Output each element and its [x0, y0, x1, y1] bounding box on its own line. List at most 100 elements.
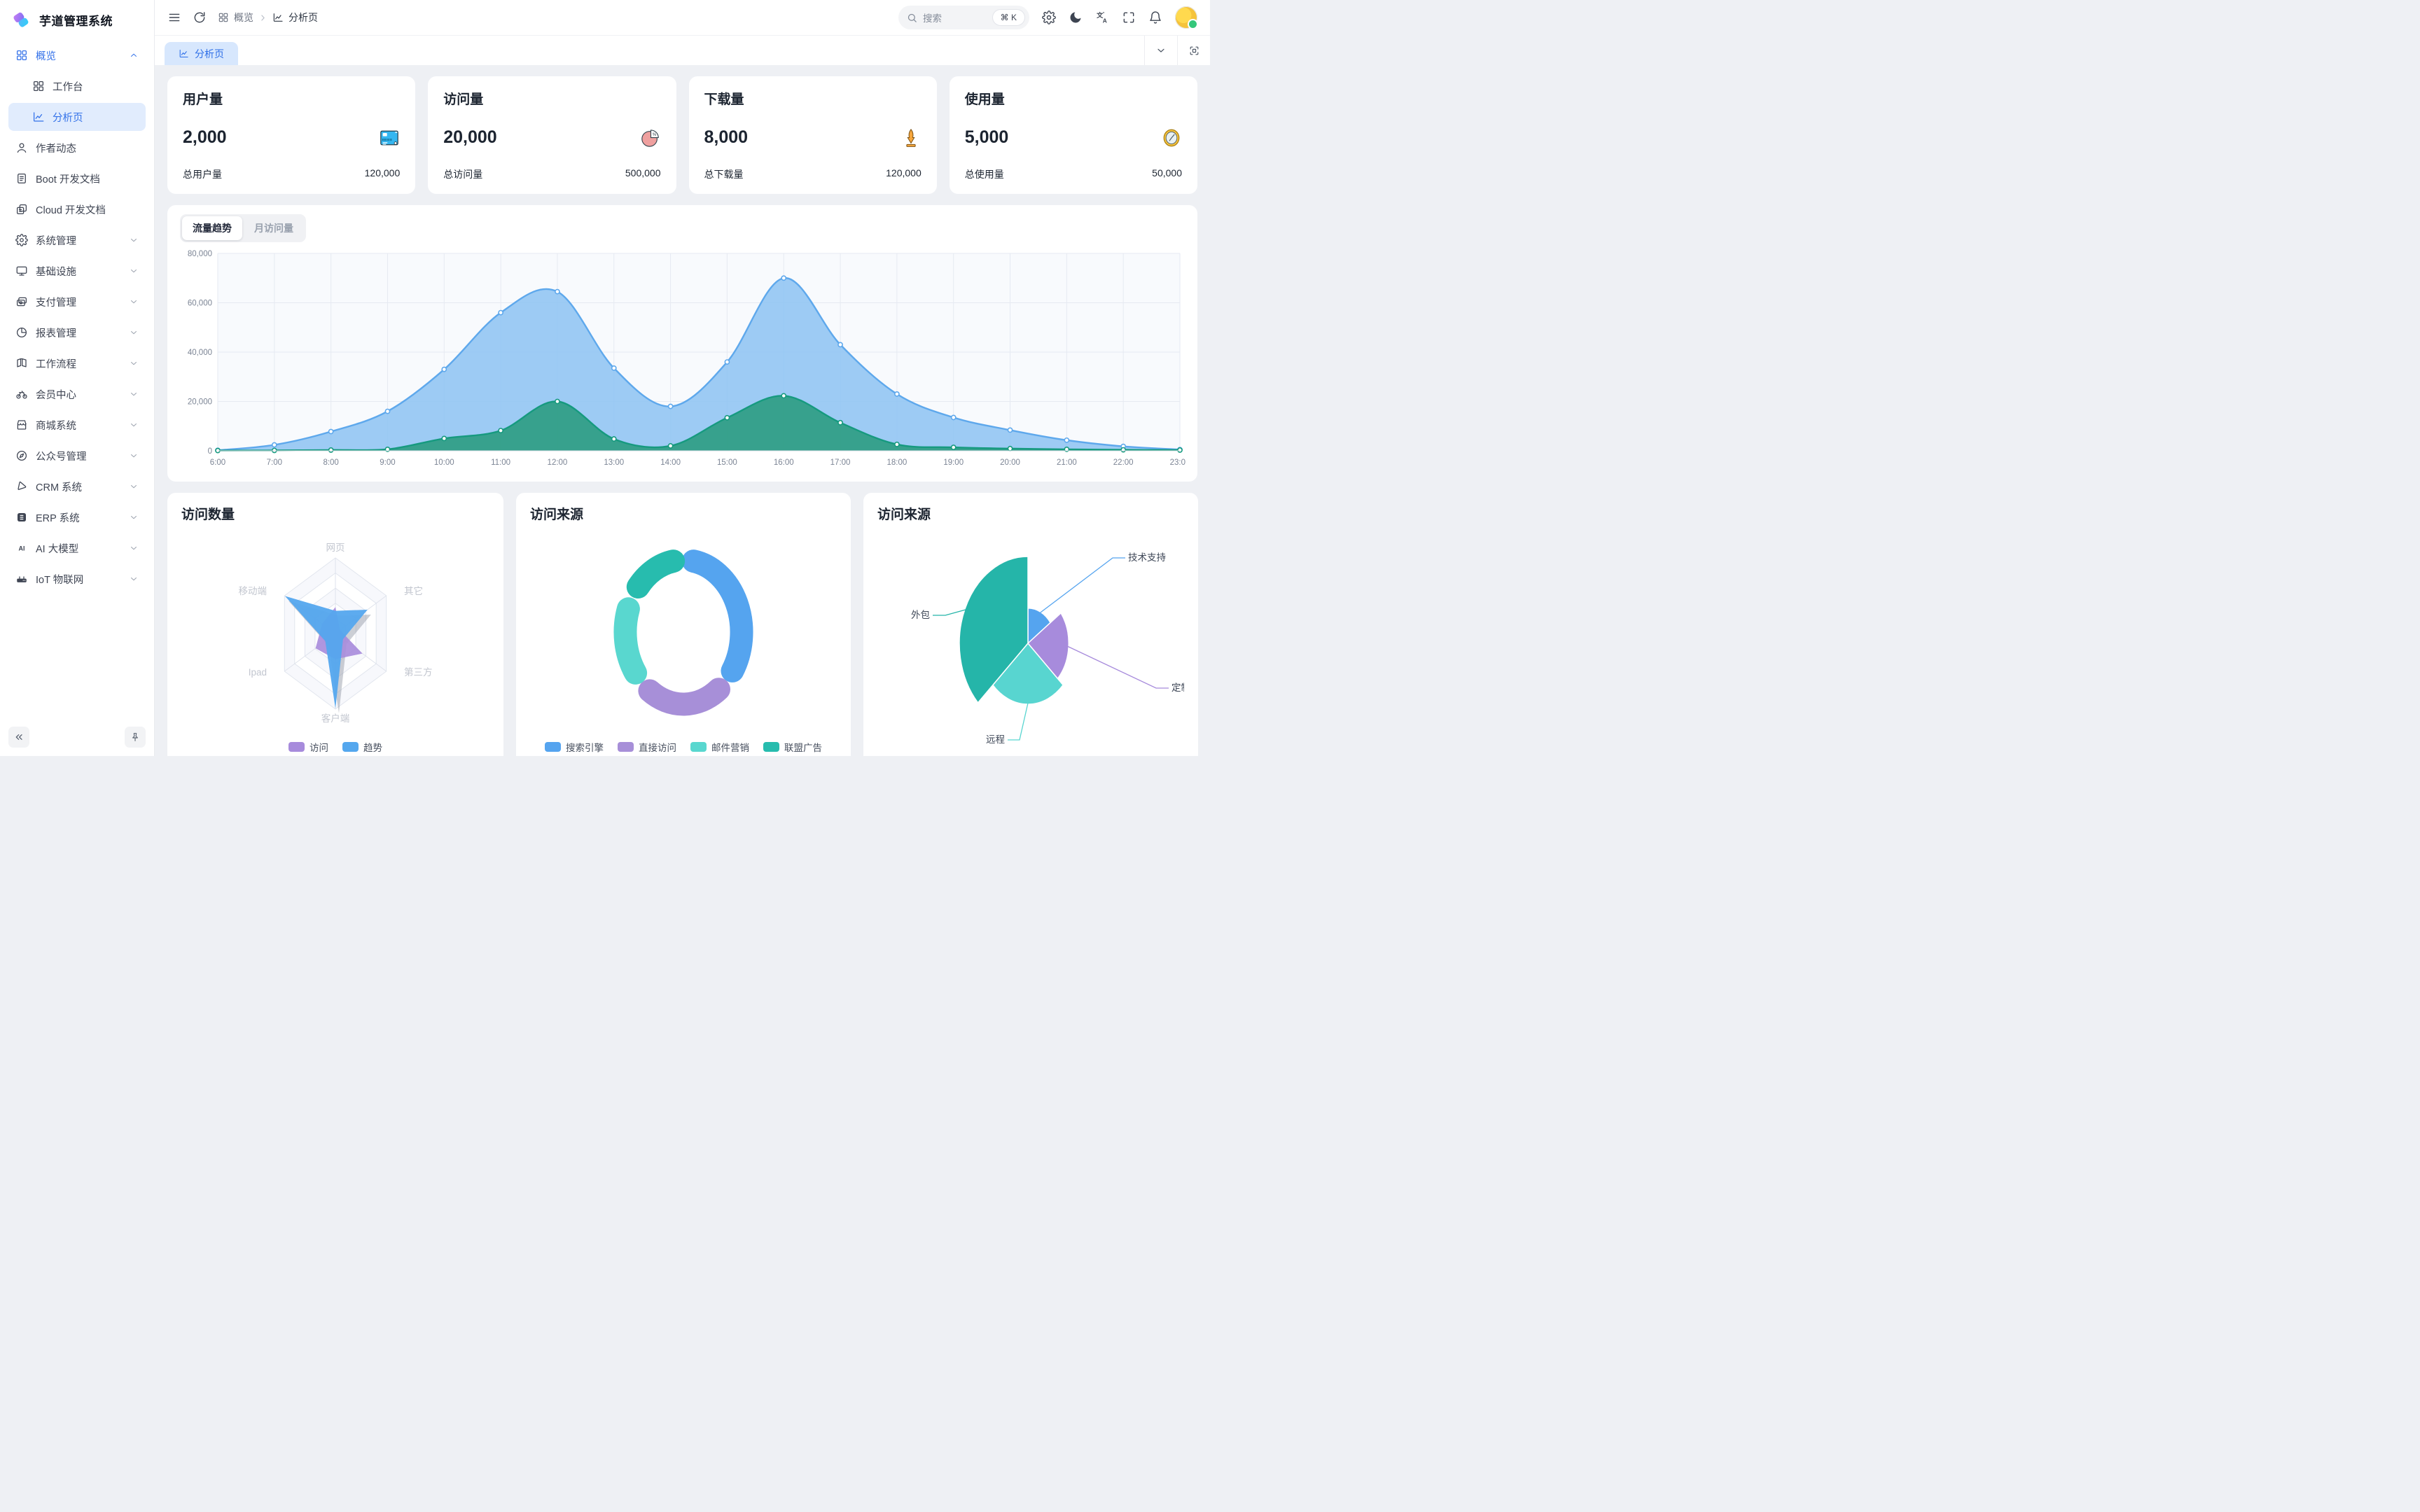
breadcrumb-label: 分析页: [288, 10, 318, 24]
stat-total-label: 总下载量: [704, 167, 744, 181]
grid-icon: [218, 12, 229, 23]
notifications-button[interactable]: [1148, 10, 1162, 24]
sidebar-item-ai[interactable]: AIAI 大模型: [8, 534, 146, 562]
sidebar-item-erp[interactable]: ERP 系统: [8, 503, 146, 531]
avatar[interactable]: [1175, 6, 1197, 29]
chevron-icon: [129, 451, 139, 461]
svg-text:22:00: 22:00: [1113, 458, 1134, 467]
tab-actions: [1144, 36, 1210, 65]
moon-icon: [1069, 10, 1083, 24]
legend-item-邮件营销[interactable]: 邮件营销: [690, 740, 749, 754]
sidebar-item-label: 工作流程: [36, 356, 76, 371]
search-icon: [907, 13, 917, 23]
sidebar-item-analysis[interactable]: 分析页: [8, 103, 146, 131]
topbar-actions: 搜索 ⌘ K 文A: [898, 6, 1197, 29]
svg-text:Ipad: Ipad: [249, 667, 267, 678]
legend-item-访问[interactable]: 访问: [288, 740, 328, 754]
copy-icon: [15, 203, 28, 216]
sidebar-item-workflow[interactable]: 工作流程: [8, 349, 146, 377]
card-title: 访问数量: [181, 504, 489, 523]
chevron-icon: [129, 543, 139, 553]
trend-tabs: 流量趋势月访问量: [180, 214, 306, 242]
fullscreen-icon: [1122, 10, 1136, 24]
sidebar-item-cloud-doc[interactable]: Cloud 开发文档: [8, 195, 146, 223]
legend-item-联盟广告[interactable]: 联盟广告: [763, 740, 822, 754]
content: 用户量 2,000 总用户量 120,000 访问量 20,000 % 总访问量…: [155, 65, 1210, 756]
lang-icon: 文A: [1095, 10, 1109, 24]
svg-text:6:00: 6:00: [210, 458, 225, 467]
breadcrumb-overview[interactable]: 概览: [218, 10, 253, 24]
svg-text:40,000: 40,000: [188, 349, 212, 357]
sidebar-item-label: 支付管理: [36, 295, 76, 309]
chart-icon: [272, 12, 284, 23]
donut-chart: [530, 527, 837, 738]
traffic-trend-card: 流量趋势月访问量 020,00040,00060,00080,0006:007:…: [167, 205, 1197, 482]
sidebar-collapse-button[interactable]: [8, 727, 29, 748]
svg-text:第三方: 第三方: [404, 666, 433, 678]
breadcrumb-analysis[interactable]: 分析页: [272, 10, 318, 24]
sidebar-item-workbench[interactable]: 工作台: [8, 72, 146, 100]
legend-item-直接访问[interactable]: 直接访问: [618, 740, 676, 754]
sidebar-item-pay[interactable]: 支付管理: [8, 288, 146, 316]
legend-item-搜索引擎[interactable]: 搜索引擎: [545, 740, 604, 754]
svg-text:19:00: 19:00: [943, 458, 964, 467]
content-fullscreen-button[interactable]: [1177, 36, 1210, 65]
svg-text:12:00: 12:00: [548, 458, 568, 467]
stat-total-value: 120,000: [886, 167, 922, 181]
radar-chart: 网页其它第三方客户端Ipad移动端: [181, 527, 489, 738]
sidebar-item-crm[interactable]: CRM 系统: [8, 472, 146, 500]
pin-icon: [130, 732, 141, 743]
svg-text:网页: 网页: [326, 542, 345, 553]
card-title: 访问来源: [877, 504, 1184, 523]
sidebar-item-label: 公众号管理: [36, 449, 87, 463]
dark-mode-toggle[interactable]: [1069, 10, 1083, 24]
sidebar-item-iot[interactable]: IoT 物联网: [8, 565, 146, 593]
monitor-icon: [15, 265, 28, 277]
donut-legend: 搜索引擎直接访问邮件营销 联盟广告: [530, 740, 837, 754]
sidebar-item-label: AI 大模型: [36, 541, 78, 556]
stat-value: 8,000: [704, 127, 749, 148]
iot-icon: [15, 573, 28, 585]
trend-tab-0[interactable]: 流量趋势: [182, 216, 242, 240]
sidebar-item-system[interactable]: 系统管理: [8, 226, 146, 254]
chevron-icon: [129, 574, 139, 584]
sidebar-item-label: 工作台: [53, 79, 83, 94]
sidebar-item-mall[interactable]: 商城系统: [8, 411, 146, 439]
sidebar-item-label: CRM 系统: [36, 479, 82, 494]
legend-label: 搜索引擎: [566, 740, 604, 754]
sidebar-item-member[interactable]: 会员中心: [8, 380, 146, 408]
tab-analysis[interactable]: 分析页: [165, 42, 238, 65]
legend-item-趋势[interactable]: 趋势: [342, 740, 382, 754]
settings-button[interactable]: [1042, 10, 1056, 24]
chart-icon: [32, 111, 45, 123]
sidebar-item-infra[interactable]: 基础设施: [8, 257, 146, 285]
legend-label: 趋势: [363, 740, 382, 754]
erp-icon: [15, 511, 28, 524]
tabs-dropdown-button[interactable]: [1144, 36, 1177, 65]
search-input[interactable]: 搜索 ⌘ K: [898, 6, 1029, 29]
flow-icon: [15, 357, 28, 370]
logo[interactable]: 芋道管理系统: [0, 0, 154, 37]
stat-card-visits: 访问量 20,000 % 总访问量 500,000: [428, 76, 676, 194]
sidebar-item-boot-doc[interactable]: Boot 开发文档: [8, 164, 146, 192]
radar-legend: 访问 趋势: [181, 740, 489, 754]
refresh-button[interactable]: [193, 10, 207, 24]
trend-tab-1[interactable]: 月访问量: [244, 216, 304, 240]
language-button[interactable]: 文A: [1095, 10, 1109, 24]
chart-icon: [272, 12, 284, 23]
sidebar-item-author[interactable]: 作者动态: [8, 134, 146, 162]
sidebar-item-mp[interactable]: 公众号管理: [8, 442, 146, 470]
stat-title: 访问量: [443, 89, 660, 108]
sidebar: 芋道管理系统 概览工作台分析页作者动态Boot 开发文档 Cloud 开发文档系统…: [0, 0, 155, 756]
stat-card-users: 用户量 2,000 总用户量 120,000: [167, 76, 415, 194]
content-expand-icon: [1188, 45, 1200, 57]
logo-icon: [11, 9, 32, 30]
fullscreen-button[interactable]: [1122, 10, 1136, 24]
svg-text:13:00: 13:00: [604, 458, 624, 467]
sidebar-item-report[interactable]: 报表管理: [8, 318, 146, 346]
sidebar-item-overview[interactable]: 概览: [8, 41, 146, 69]
legend-label: 联盟广告: [784, 740, 822, 754]
svg-text:60,000: 60,000: [188, 300, 212, 308]
sidebar-pin-button[interactable]: [125, 727, 146, 748]
hamburger-menu-button[interactable]: [167, 10, 181, 24]
